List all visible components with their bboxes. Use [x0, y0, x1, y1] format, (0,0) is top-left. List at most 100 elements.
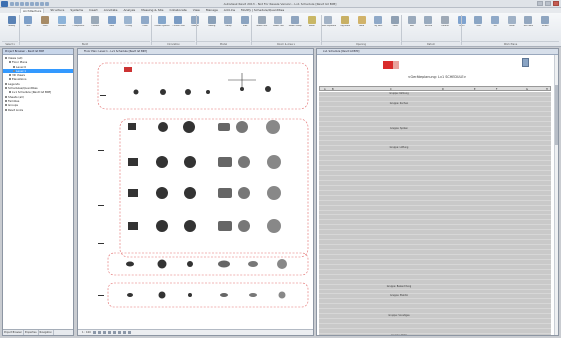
ribbon-button-0[interactable]: Modify: [4, 15, 20, 37]
minimize-button[interactable]: [537, 1, 543, 6]
equipment-symbol[interactable]: [265, 86, 271, 92]
floor-plan-canvas[interactable]: [78, 55, 313, 329]
temporary-hide-icon[interactable]: [122, 331, 126, 334]
equipment-symbol[interactable]: [267, 219, 281, 233]
ribbon-button-6[interactable]: Roof: [104, 15, 120, 37]
expand-toggle-icon[interactable]: [13, 69, 15, 72]
ribbon-button-22[interactable]: By Face: [371, 15, 387, 37]
3d-view-icon[interactable]: [45, 2, 49, 6]
equipment-symbol[interactable]: [238, 156, 250, 168]
ribbon-button-2[interactable]: Door: [37, 15, 53, 37]
application-menu-button[interactable]: [1, 1, 8, 7]
measure-icon[interactable]: [35, 2, 39, 6]
equipment-symbol[interactable]: [249, 293, 257, 297]
equipment-symbol[interactable]: [240, 87, 244, 91]
equipment-symbol[interactable]: [133, 89, 139, 95]
equipment-symbol[interactable]: [218, 221, 232, 231]
ribbon-button-15[interactable]: Model Text: [254, 15, 270, 37]
expand-toggle-icon[interactable]: [9, 74, 11, 77]
equipment-symbol[interactable]: [267, 155, 281, 169]
ribbon-button-29[interactable]: Set: [487, 15, 503, 37]
equipment-symbol[interactable]: [266, 120, 280, 134]
equipment-symbol[interactable]: [128, 222, 138, 230]
close-button[interactable]: [553, 1, 559, 6]
equipment-symbol[interactable]: [160, 89, 166, 95]
sun-path-icon[interactable]: [102, 331, 106, 334]
expand-toggle-icon[interactable]: [5, 95, 7, 98]
schedule-vertical-scrollbar[interactable]: [554, 55, 558, 335]
equipment-symbol[interactable]: [157, 259, 167, 269]
ribbon-button-19[interactable]: Room Separator: [321, 15, 336, 37]
save-icon[interactable]: [15, 2, 19, 6]
ribbon-button-32[interactable]: Viewer: [537, 15, 553, 37]
ribbon-button-4[interactable]: Component: [71, 15, 87, 37]
equipment-symbol[interactable]: [218, 157, 232, 167]
expand-toggle-icon[interactable]: [13, 65, 15, 68]
equipment-symbol[interactable]: [220, 293, 228, 297]
expand-toggle-icon[interactable]: [5, 57, 7, 59]
equipment-symbol[interactable]: [277, 259, 287, 269]
equipment-symbol[interactable]: [218, 260, 230, 268]
equipment-symbol[interactable]: [188, 293, 192, 297]
equipment-symbol[interactable]: [236, 121, 248, 133]
browser-node[interactable]: Revit Links: [3, 108, 73, 112]
expand-toggle-icon[interactable]: [9, 78, 11, 81]
ribbon-button-21[interactable]: Area: [354, 15, 370, 37]
ribbon-button-26[interactable]: Dormer: [437, 15, 453, 37]
ribbon-button-5[interactable]: Column: [87, 15, 103, 37]
expand-toggle-icon[interactable]: [5, 87, 7, 90]
equipment-symbol[interactable]: [156, 220, 168, 232]
ribbon-button-28[interactable]: Grid: [471, 15, 487, 37]
detail-level-icon[interactable]: [92, 331, 96, 334]
maximize-button[interactable]: [545, 1, 551, 6]
equipment-symbol[interactable]: [238, 187, 250, 199]
equipment-symbol[interactable]: [218, 188, 232, 198]
equipment-symbol[interactable]: [278, 291, 286, 299]
equipment-symbol[interactable]: [126, 261, 134, 267]
view-scale[interactable]: 1 : 100: [82, 330, 91, 336]
ribbon-button-18[interactable]: Room: [304, 15, 320, 37]
text-icon[interactable]: [40, 2, 44, 6]
equipment-symbol[interactable]: [128, 189, 138, 197]
show-crop-region-icon[interactable]: [117, 331, 121, 334]
equipment-symbol[interactable]: [267, 186, 281, 200]
equipment-symbol[interactable]: [158, 122, 168, 132]
expand-toggle-icon[interactable]: [9, 61, 11, 64]
ribbon-button-9[interactable]: Curtain System: [154, 15, 170, 37]
browser-tab-1[interactable]: Properties: [24, 330, 39, 335]
equipment-symbol[interactable]: [184, 187, 196, 199]
equipment-symbol[interactable]: [185, 89, 191, 95]
ribbon-button-17[interactable]: Model Group: [287, 15, 303, 37]
expand-toggle-icon[interactable]: [5, 108, 7, 111]
ribbon-button-12[interactable]: Railing: [204, 15, 220, 37]
ribbon-button-16[interactable]: Model Line: [271, 15, 287, 37]
browser-tab-0[interactable]: Project Browser: [3, 330, 24, 335]
equipment-symbol[interactable]: [184, 220, 196, 232]
browser-tab-2[interactable]: Navigation: [39, 330, 54, 335]
expand-toggle-icon[interactable]: [9, 91, 11, 94]
equipment-symbol[interactable]: [187, 261, 193, 267]
equipment-symbol[interactable]: [248, 261, 258, 267]
ribbon-button-7[interactable]: Ceiling: [121, 15, 137, 37]
expand-toggle-icon[interactable]: [5, 104, 7, 107]
ribbon-button-1[interactable]: Wall: [21, 15, 37, 37]
ribbon-button-25[interactable]: Vertical: [421, 15, 437, 37]
expand-toggle-icon[interactable]: [5, 99, 7, 102]
equipment-symbol[interactable]: [238, 220, 250, 232]
equipment-symbol[interactable]: [156, 156, 168, 168]
equipment-symbol[interactable]: [156, 187, 168, 199]
ribbon-button-3[interactable]: Window: [54, 15, 70, 37]
schedule-group-row[interactable]: Gruppe: Total: [319, 333, 551, 335]
shadows-icon[interactable]: [107, 331, 111, 334]
equipment-symbol[interactable]: [183, 121, 195, 133]
equipment-symbol[interactable]: [158, 291, 166, 299]
expand-toggle-icon[interactable]: [5, 82, 7, 85]
ribbon-button-30[interactable]: Show: [504, 15, 520, 37]
ribbon-button-10[interactable]: Curtain Grid: [171, 15, 187, 37]
ribbon-button-13[interactable]: Ramp: [221, 15, 237, 37]
redo-icon[interactable]: [25, 2, 29, 6]
reveal-hidden-icon[interactable]: [127, 331, 131, 334]
equipment-symbol[interactable]: [128, 158, 138, 166]
scrollbar-thumb[interactable]: [555, 85, 558, 145]
ribbon-button-20[interactable]: Tag Room: [337, 15, 353, 37]
